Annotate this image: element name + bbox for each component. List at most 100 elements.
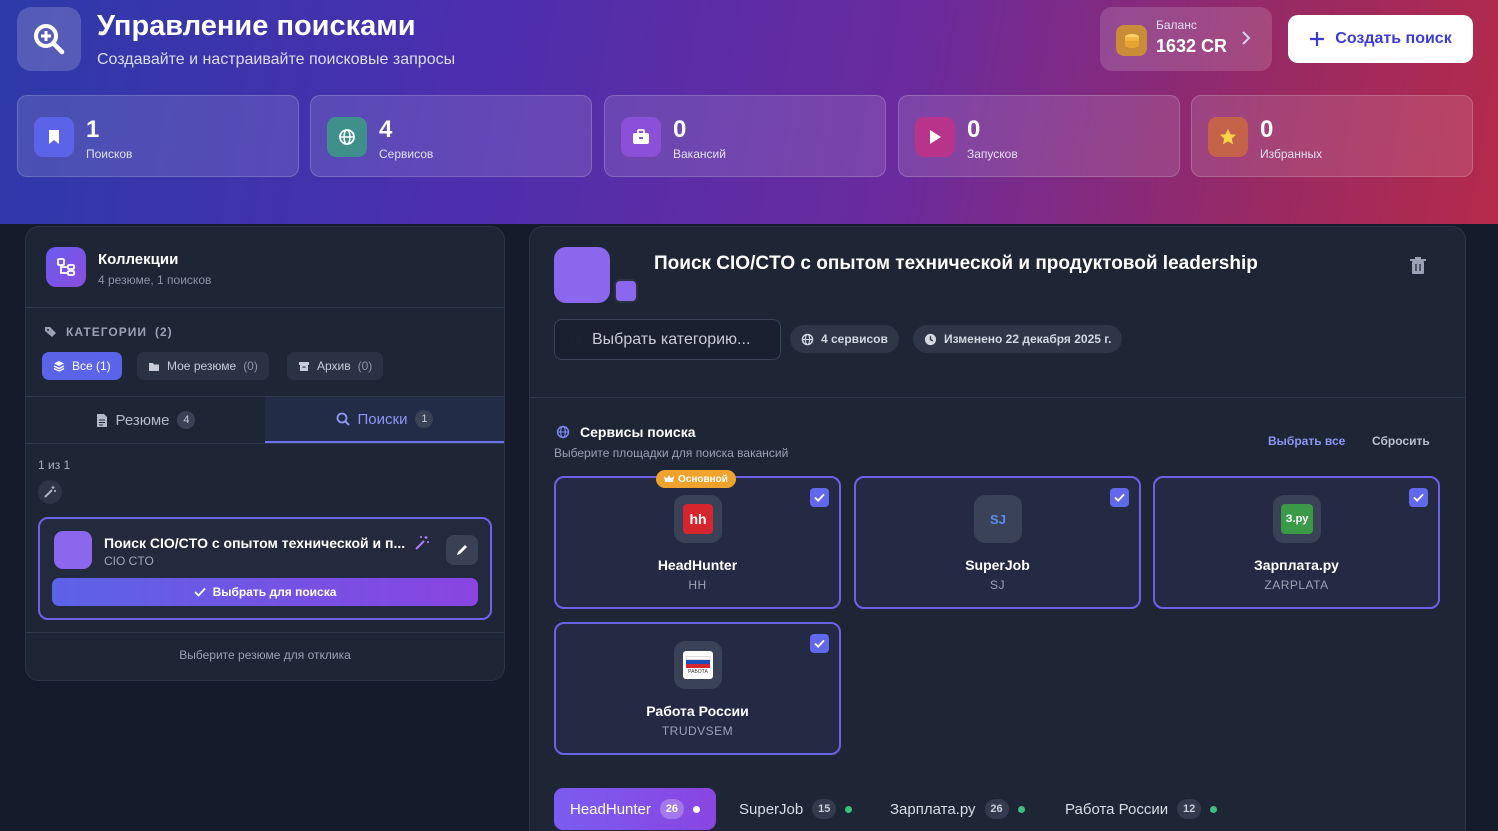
checkbox-checked[interactable] — [1110, 488, 1129, 507]
balance-value: 1632 CR — [1156, 36, 1228, 56]
modified-date-pill: Изменено 22 декабря 2025 г. — [913, 325, 1123, 353]
tab-label: Резюме — [115, 411, 170, 429]
search-icon — [336, 412, 350, 426]
checkbox-checked[interactable] — [810, 488, 829, 507]
color-swatch[interactable] — [614, 279, 638, 303]
tab-resume[interactable]: Резюме 4 — [26, 397, 265, 443]
results-tab-superjob[interactable]: SuperJob 15 — [739, 788, 853, 830]
magic-wand-icon[interactable] — [38, 480, 62, 504]
tab-label: SuperJob — [739, 800, 804, 818]
stat-value: 4 — [379, 116, 393, 143]
chip-label: Все (1) — [72, 359, 111, 373]
folder-icon — [149, 362, 159, 371]
collections-icon — [46, 247, 86, 287]
tab-count: 15 — [812, 799, 837, 819]
stat-label: Поисков — [86, 147, 133, 161]
category-select[interactable] — [554, 319, 781, 360]
services-count-pill: 4 сервисов — [790, 325, 899, 353]
briefcase-icon — [621, 117, 661, 157]
tags-icon — [45, 327, 56, 337]
collections-footer: Выберите резюме для отклика — [179, 648, 351, 662]
search-avatar — [554, 247, 610, 303]
checkbox-checked[interactable] — [1409, 488, 1428, 507]
balance-widget[interactable]: Баланс 1632 CR — [1100, 7, 1272, 71]
reset-button[interactable]: Сбросить — [1372, 434, 1430, 448]
service-name: Работа России — [646, 703, 749, 719]
tab-label: Работа России — [1065, 800, 1169, 818]
page-subtitle: Создавайте и настраивайте поисковые запр… — [97, 51, 456, 68]
globe-icon — [801, 333, 814, 345]
globe-icon — [327, 117, 367, 157]
collections-subtitle: 4 резюме, 1 поисков — [98, 273, 212, 287]
service-code: HH — [688, 578, 707, 592]
tab-searches[interactable]: Поиски 1 — [265, 397, 504, 443]
balance-label: Баланс — [1156, 18, 1197, 32]
stat-runs: 0 Запусков — [898, 95, 1180, 177]
categories-header: КАТЕГОРИИ (2) — [44, 325, 173, 339]
chip-count: (0) — [357, 359, 373, 373]
pencil-icon — [457, 545, 467, 555]
divider — [530, 397, 1465, 398]
results-tab-zarplata[interactable]: Зарплата.ру 26 — [890, 788, 1025, 830]
check-icon — [193, 587, 206, 597]
select-label: Выбрать для поиска — [212, 585, 337, 599]
category-input[interactable] — [592, 330, 772, 349]
tab-count: 4 — [177, 411, 196, 429]
headhunter-logo: hh — [674, 495, 722, 543]
star-icon — [1208, 117, 1248, 157]
services-count-label: 4 сервисов — [821, 332, 888, 346]
category-chip-archive[interactable]: Архив (0) — [287, 352, 384, 380]
globe-icon — [556, 425, 570, 439]
status-dot — [692, 805, 700, 813]
tab-count: 12 — [1177, 799, 1202, 819]
stat-label: Избранных — [1260, 147, 1323, 161]
status-dot — [1210, 805, 1218, 813]
results-tab-headhunter[interactable]: HeadHunter 26 — [554, 788, 716, 830]
magic-wand-icon[interactable] — [414, 535, 430, 551]
divider — [26, 443, 504, 444]
service-code: ZARPLATA — [1264, 578, 1329, 592]
archive-icon — [299, 361, 309, 371]
service-card-zarplata[interactable]: З.ру Зарплата.ру ZARPLATA — [1153, 476, 1440, 609]
tab-label: Зарплата.ру — [890, 800, 976, 818]
chevron-right-icon — [1242, 31, 1251, 45]
service-name: HeadHunter — [657, 557, 738, 573]
services-title: Сервисы поиска — [580, 424, 696, 440]
trash-icon[interactable] — [1410, 257, 1426, 275]
create-search-label: Создать поиск — [1335, 30, 1452, 47]
tab-label: Поиски — [357, 410, 408, 428]
pagination-counter: 1 из 1 — [38, 458, 71, 472]
select-for-search-button[interactable]: Выбрать для поиска — [52, 578, 478, 606]
search-plus-icon — [17, 7, 81, 71]
superjob-logo: SJ — [974, 495, 1022, 543]
edit-button[interactable] — [446, 535, 478, 565]
service-card-headhunter[interactable]: Основной hh HeadHunter HH — [554, 470, 841, 609]
layers-icon — [53, 361, 65, 372]
create-search-button[interactable]: Создать поиск — [1288, 15, 1473, 63]
category-chip-my-resume[interactable]: Мое резюме (0) — [137, 352, 269, 380]
checkbox-checked[interactable] — [810, 634, 829, 653]
results-tab-trudvsem[interactable]: Работа России 12 — [1065, 788, 1218, 830]
search-item-title: Поиск CIO/CTO с опытом технической и п..… — [104, 535, 406, 551]
search-details-panel: Поиск CIO/CTO с опытом технической и про… — [529, 226, 1466, 831]
plus-icon — [1310, 32, 1325, 46]
crown-icon — [664, 475, 674, 482]
stat-value: 0 — [673, 116, 687, 143]
select-all-button[interactable]: Выбрать все — [1268, 434, 1345, 448]
status-dot — [845, 805, 853, 813]
category-chip-all[interactable]: Все (1) — [42, 352, 122, 380]
hero-header: Управление поисками Создавайте и настраи… — [0, 0, 1498, 224]
main-badge: Основной — [656, 470, 736, 488]
services-subtitle: Выберите площадки для поиска вакансий — [554, 446, 789, 460]
search-list-item[interactable]: Поиск CIO/CTO с опытом технической и п..… — [38, 517, 492, 620]
clock-icon — [924, 333, 937, 345]
categories-count: (2) — [154, 325, 173, 339]
status-dot — [1017, 805, 1025, 813]
service-card-superjob[interactable]: SJ SuperJob SJ — [854, 476, 1141, 609]
chip-label: Мое резюме — [167, 359, 237, 373]
service-card-trudvsem[interactable]: РАБОТА Работа России TRUDVSEM — [554, 622, 841, 755]
chip-label: Архив — [317, 359, 351, 373]
stat-label: Запусков — [967, 147, 1018, 161]
tab-count: 26 — [659, 799, 684, 819]
categories-label: КАТЕГОРИИ — [66, 325, 147, 339]
